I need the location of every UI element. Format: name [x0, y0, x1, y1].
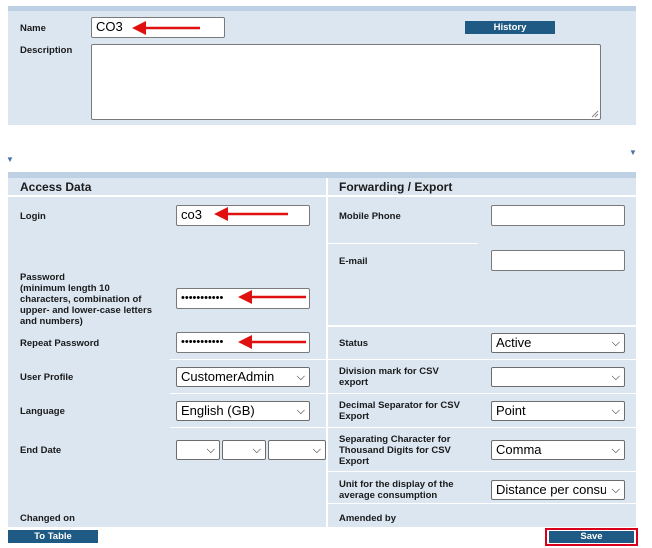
thousand-separator-label-line: Export: [339, 456, 370, 467]
row-separator: [328, 195, 636, 197]
row-separator: [328, 427, 636, 428]
password-label-line: and numbers): [20, 316, 83, 327]
column-divider: [326, 178, 328, 527]
row-separator: [328, 393, 636, 394]
mobile-phone-label: Mobile Phone: [339, 211, 401, 222]
password-arrow-annotation: [238, 290, 306, 304]
description-field[interactable]: [91, 44, 601, 120]
unit-display-label-line: Unit for the display of the: [339, 479, 454, 490]
language-select[interactable]: English (GB) ⌵: [176, 401, 310, 421]
chevron-down-icon: ⌵: [312, 444, 321, 456]
chevron-down-icon: ⌵: [296, 371, 305, 383]
end-date-day-select[interactable]: ⌵: [176, 440, 220, 460]
user-profile-label: User Profile: [20, 372, 74, 383]
chevron-down-icon: ⌵: [611, 444, 620, 456]
division-mark-select[interactable]: ⌵: [491, 367, 625, 387]
row-separator: [170, 359, 326, 360]
changed-on-label: Changed on: [20, 513, 75, 524]
thousand-separator-label-line: Separating Character for: [339, 434, 451, 445]
access-data-heading: Access Data: [20, 180, 92, 194]
decimal-separator-label-line: Decimal Separator for CSV: [339, 400, 460, 411]
unit-display-select[interactable]: Distance per consumption ⌵: [491, 480, 625, 500]
password-label: Password (minimum length 10 characters, …: [20, 272, 152, 327]
chevron-down-icon: ⌵: [296, 405, 305, 417]
password-label-line: characters, combination of: [20, 294, 142, 305]
collapse-right-icon[interactable]: ▼: [629, 148, 637, 157]
decimal-separator-select[interactable]: Point ⌵: [491, 401, 625, 421]
chevron-down-icon: ⌵: [206, 444, 215, 456]
chevron-down-icon: ⌵: [611, 484, 620, 496]
end-date-year-select[interactable]: ⌵: [268, 440, 326, 460]
thousand-separator-label: Separating Character for Thousand Digits…: [339, 434, 451, 467]
login-arrow-annotation: [214, 207, 288, 221]
to-table-button[interactable]: To Table: [8, 530, 98, 543]
row-separator: [328, 243, 478, 244]
division-mark-label-line: export: [339, 377, 369, 388]
save-button[interactable]: Save: [549, 531, 634, 543]
row-separator: [328, 471, 636, 472]
decimal-separator-label: Decimal Separator for CSV Export: [339, 400, 460, 422]
thousand-separator-label-line: Thousand Digits for CSV: [339, 445, 451, 456]
decimal-separator-label-line: Export: [339, 411, 370, 422]
row-separator: [328, 503, 636, 504]
unit-display-value: Distance per consumption: [496, 482, 606, 497]
unit-display-label: Unit for the display of the average cons…: [339, 479, 454, 501]
end-date-month-select[interactable]: ⌵: [222, 440, 266, 460]
email-field[interactable]: [491, 250, 625, 271]
password-label-line: (minimum length 10: [20, 283, 110, 294]
thousand-separator-value: Comma: [496, 442, 542, 457]
mobile-phone-field[interactable]: [491, 205, 625, 226]
password-label-line: Password: [20, 272, 65, 283]
row-separator: [8, 195, 326, 197]
description-label: Description: [20, 45, 73, 56]
decimal-separator-value: Point: [496, 403, 526, 418]
repeat-password-arrow-annotation: [238, 335, 306, 349]
chevron-down-icon: ⌵: [611, 337, 620, 349]
status-label: Status: [339, 338, 369, 349]
status-value: Active: [496, 335, 532, 350]
division-mark-label-line: Division mark for CSV: [339, 366, 439, 377]
amended-by-label: Amended by: [339, 513, 397, 524]
name-arrow-annotation: [132, 21, 200, 35]
end-date-label: End Date: [20, 445, 62, 456]
name-label: Name: [20, 23, 46, 34]
status-select[interactable]: Active ⌵: [491, 333, 625, 353]
row-separator: [328, 325, 636, 327]
chevron-down-icon: ⌵: [252, 444, 261, 456]
row-separator: [170, 393, 326, 394]
unit-display-label-line: average consumption: [339, 490, 438, 501]
collapse-left-icon[interactable]: ▼: [6, 155, 14, 164]
language-value: English (GB): [181, 403, 255, 418]
forwarding-export-heading: Forwarding / Export: [339, 180, 453, 194]
password-label-line: upper- and lower-case letters: [20, 305, 152, 316]
division-mark-label: Division mark for CSV export: [339, 366, 439, 388]
repeat-password-label: Repeat Password: [20, 338, 100, 349]
thousand-separator-select[interactable]: Comma ⌵: [491, 440, 625, 460]
user-profile-select[interactable]: CustomerAdmin ⌵: [176, 367, 310, 387]
chevron-down-icon: ⌵: [611, 405, 620, 417]
row-separator: [170, 427, 326, 428]
email-label: E-mail: [339, 256, 368, 267]
user-profile-value: CustomerAdmin: [181, 369, 275, 384]
language-label: Language: [20, 406, 65, 417]
row-separator: [328, 359, 636, 360]
history-button[interactable]: History: [465, 21, 555, 34]
login-label: Login: [20, 211, 46, 222]
resize-grip-icon[interactable]: [591, 110, 599, 118]
chevron-down-icon: ⌵: [611, 371, 620, 383]
